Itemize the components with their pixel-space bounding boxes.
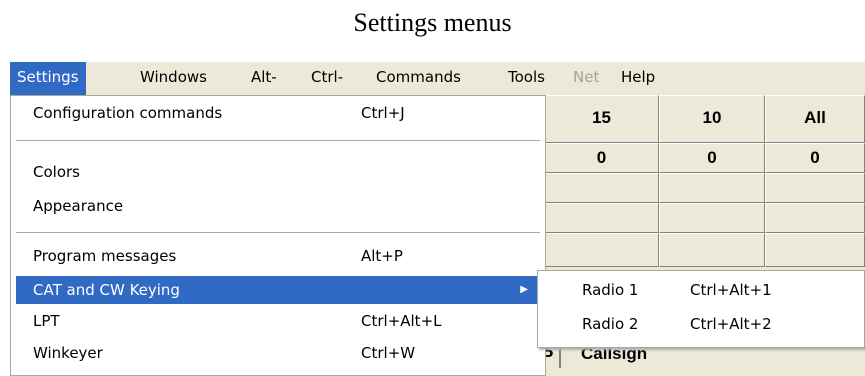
- grid-header-all: All: [765, 95, 865, 143]
- grid-cell: [659, 173, 765, 203]
- menuitem-lpt[interactable]: LPT Ctrl+Alt+L: [16, 307, 540, 335]
- submenu-item-label: Radio 2: [582, 315, 639, 333]
- grid-header-15: 15: [544, 95, 659, 143]
- menu-alt[interactable]: Alt-: [244, 62, 284, 95]
- submenu-item-radio-2[interactable]: Radio 2 Ctrl+Alt+2: [558, 309, 858, 339]
- submenu-item-shortcut: Ctrl+Alt+2: [690, 315, 772, 333]
- menuitem-label: Appearance: [33, 197, 124, 215]
- grid-header-10: 10: [659, 95, 765, 143]
- menuitem-label: Program messages: [33, 247, 177, 265]
- grid-cell: [659, 203, 765, 233]
- menu-net: Net: [573, 68, 600, 86]
- menuitem-shortcut: Alt+P: [361, 247, 403, 265]
- grid-cell: [765, 233, 865, 267]
- menu-separator: [16, 232, 540, 233]
- menuitem-shortcut: Ctrl+Alt+L: [361, 312, 442, 330]
- grid-cell: [765, 203, 865, 233]
- page-caption: Settings menus: [353, 8, 512, 37]
- cat-cw-submenu: Radio 1 Ctrl+Alt+1 Radio 2 Ctrl+Alt+2: [537, 270, 865, 348]
- menuitem-label: Configuration commands: [33, 104, 223, 122]
- menuitem-colors[interactable]: Colors: [16, 158, 540, 186]
- submenu-item-label: Radio 1: [582, 281, 639, 299]
- grid-cell: [544, 233, 659, 267]
- menuitem-shortcut: Ctrl+W: [361, 344, 416, 362]
- menuitem-label: LPT: [33, 312, 60, 330]
- submenu-item-shortcut: Ctrl+Alt+1: [690, 281, 772, 299]
- menuitem-shortcut: Ctrl+J: [361, 104, 405, 122]
- grid-cell: [544, 173, 659, 203]
- menuitem-cat-and-cw-keying[interactable]: CAT and CW Keying ▶: [16, 276, 540, 304]
- menuitem-label: CAT and CW Keying: [33, 281, 180, 299]
- menuitem-appearance[interactable]: Appearance: [16, 192, 540, 220]
- menuitem-configuration-commands[interactable]: Configuration commands Ctrl+J: [16, 99, 540, 127]
- grid-value-all: 0: [765, 143, 865, 173]
- grid-cell: [659, 233, 765, 267]
- menu-settings[interactable]: Settings: [10, 62, 86, 95]
- menu-windows[interactable]: Windows: [133, 62, 214, 95]
- grid-cell: [544, 203, 659, 233]
- settings-dropdown-menu: Configuration commands Ctrl+J Colors App…: [10, 95, 546, 376]
- submenu-item-radio-1[interactable]: Radio 1 Ctrl+Alt+1: [558, 275, 858, 305]
- menu-help[interactable]: Help: [614, 62, 662, 95]
- menu-tools[interactable]: Tools: [501, 62, 552, 95]
- menuitem-label: Winkeyer: [33, 344, 103, 362]
- menu-bar: Settings Windows Alt- Ctrl- Commands Too…: [10, 62, 865, 95]
- menu-separator: [16, 140, 540, 141]
- menu-ctrl[interactable]: Ctrl-: [304, 62, 350, 95]
- menuitem-winkeyer[interactable]: Winkeyer Ctrl+W: [16, 339, 540, 367]
- grid-value-10: 0: [659, 143, 765, 173]
- triangle-right-icon: ▶: [520, 284, 528, 295]
- menuitem-label: Colors: [33, 163, 80, 181]
- grid-cell: [765, 173, 865, 203]
- menuitem-program-messages[interactable]: Program messages Alt+P: [16, 242, 540, 270]
- menu-commands[interactable]: Commands: [369, 62, 468, 95]
- grid-value-15: 0: [544, 143, 659, 173]
